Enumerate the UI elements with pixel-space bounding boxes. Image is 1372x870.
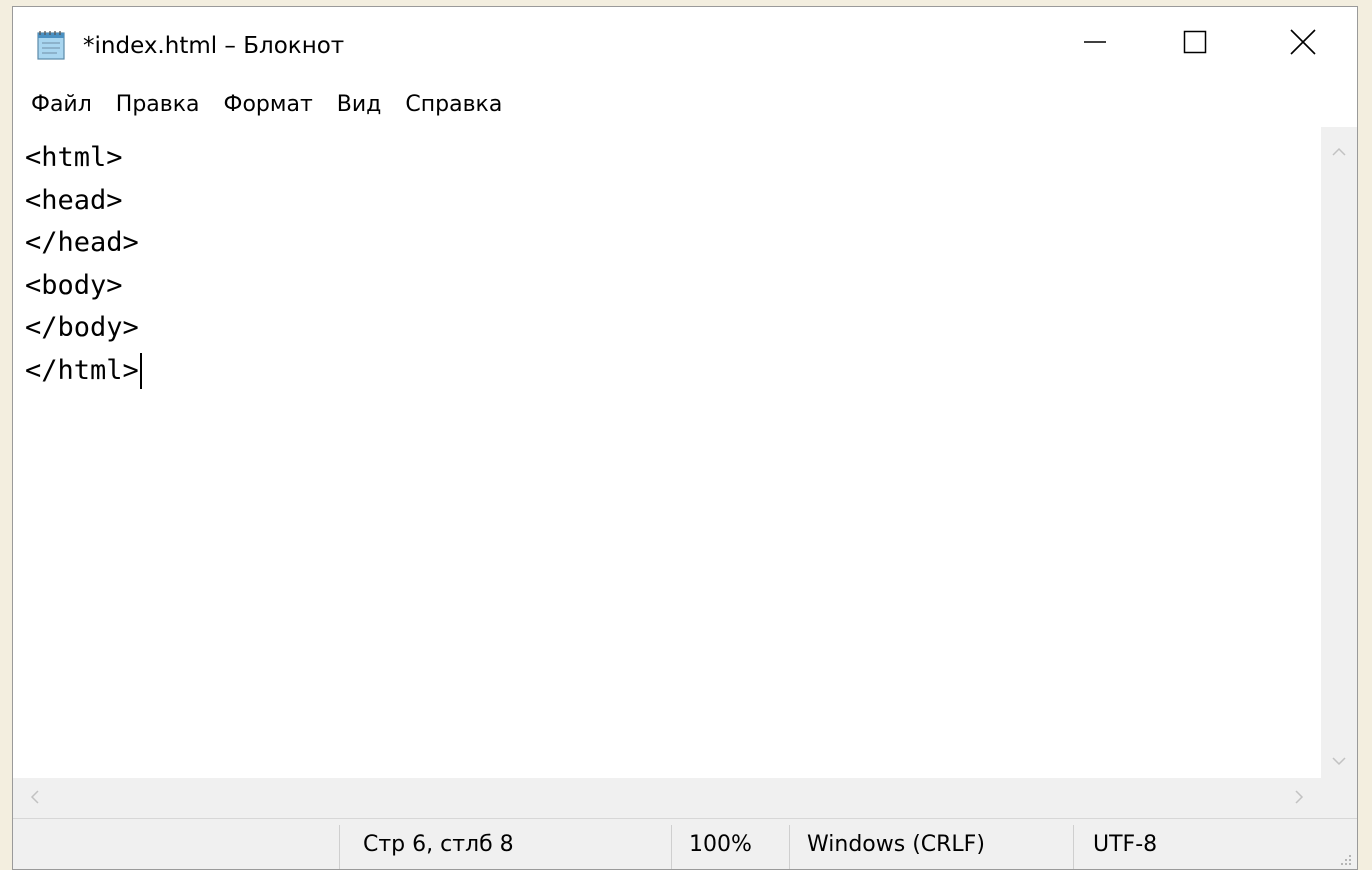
code-line: </head> (25, 227, 139, 258)
code-line: <head> (25, 184, 123, 216)
menu-edit[interactable]: Правка (116, 90, 200, 120)
text-caret (139, 353, 142, 389)
scroll-right-button[interactable] (1281, 778, 1317, 818)
status-bar: Стр 6, стлб 8 100% Windows (CRLF) UTF-8 (13, 818, 1357, 869)
status-separator (789, 825, 790, 869)
minimize-icon (1083, 30, 1107, 58)
menu-view[interactable]: Вид (337, 90, 382, 120)
code-line: <body> (25, 269, 123, 301)
close-icon (1290, 29, 1316, 59)
menu-help[interactable]: Справка (405, 90, 502, 120)
vertical-scrollbar[interactable] (1321, 127, 1357, 778)
code-line: <html> (25, 142, 123, 173)
scroll-left-button[interactable] (17, 778, 53, 818)
resize-grip-icon[interactable] (1337, 851, 1353, 867)
status-separator (671, 825, 672, 869)
code-line: </body> (25, 312, 139, 343)
scrollbar-corner (1321, 778, 1357, 818)
close-button[interactable] (1253, 7, 1353, 81)
horizontal-scrollbar[interactable] (13, 778, 1321, 818)
menu-format[interactable]: Формат (224, 90, 313, 120)
text-editor[interactable]: <html> <head> </head> <body> </body> </h… (13, 127, 1321, 778)
status-separator (339, 825, 340, 869)
window-title: *index.html – Блокнот (83, 33, 345, 59)
maximize-icon (1183, 30, 1207, 58)
scroll-down-button[interactable] (1321, 742, 1357, 778)
menu-file[interactable]: Файл (31, 90, 92, 120)
title-bar[interactable]: *index.html – Блокнот (13, 7, 1357, 81)
status-encoding: UTF-8 (1093, 832, 1158, 857)
notepad-icon (35, 29, 69, 61)
chevron-right-icon (1294, 789, 1304, 808)
minimize-button[interactable] (1045, 7, 1145, 81)
maximize-button[interactable] (1145, 7, 1245, 81)
scroll-up-button[interactable] (1321, 133, 1357, 169)
status-cursor-position: Стр 6, стлб 8 (363, 832, 514, 857)
chevron-left-icon (30, 789, 40, 808)
menu-bar: Файл Правка Формат Вид Справка (13, 85, 1357, 125)
chevron-up-icon (1332, 142, 1346, 161)
notepad-window: *index.html – Блокнот Файл Правка Формат… (12, 6, 1358, 870)
code-line-text: </html> (25, 354, 139, 386)
code-line-last: </html> (25, 350, 1321, 393)
status-zoom: 100% (689, 832, 752, 857)
chevron-down-icon (1332, 751, 1346, 770)
status-separator (1073, 825, 1074, 869)
status-line-ending: Windows (CRLF) (807, 832, 985, 857)
